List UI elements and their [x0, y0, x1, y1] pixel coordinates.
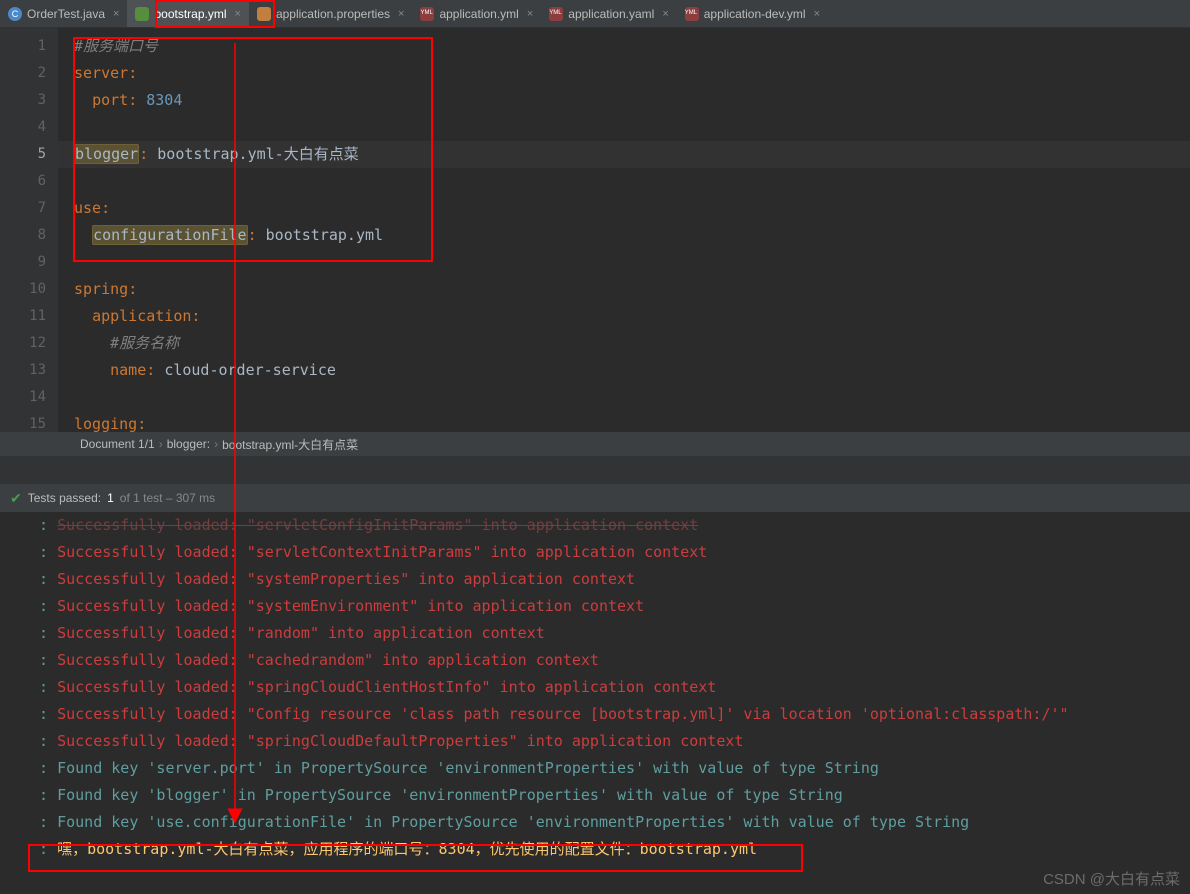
close-icon[interactable]: × [235, 8, 241, 20]
line-num: 11 [0, 303, 46, 330]
comment: #服务名称 [110, 334, 179, 352]
yaml-key: application [92, 307, 191, 325]
properties-icon [257, 7, 271, 21]
tab-label: OrderTest.java [27, 7, 105, 21]
comment: #服务端口号 [74, 37, 158, 55]
console-output[interactable]: : Successfully loaded: "servletConfigIni… [0, 512, 1190, 892]
yml-icon [685, 7, 699, 21]
console-line: : Found key 'use.configurationFile' in P… [30, 809, 1180, 836]
tab-ordertest[interactable]: C OrderTest.java × [0, 0, 127, 27]
editor-tabs: C OrderTest.java × bootstrap.yml × appli… [0, 0, 1190, 28]
line-num: 4 [0, 114, 46, 141]
console-line: : Successfully loaded: "Config resource … [30, 701, 1180, 728]
tab-bootstrap[interactable]: bootstrap.yml × [127, 0, 248, 27]
console-line: : Found key 'server.port' in PropertySou… [30, 755, 1180, 782]
console-line: : Successfully loaded: "random" into app… [30, 620, 1180, 647]
breadcrumb-part[interactable]: Document 1/1 [80, 437, 155, 451]
line-num: 7 [0, 195, 46, 222]
line-num: 13 [0, 357, 46, 384]
yaml-key: use [74, 199, 101, 217]
watermark: CSDN @大白有点菜 [1043, 868, 1180, 889]
breadcrumb-part[interactable]: blogger: [167, 437, 210, 451]
checkmark-icon: ✔ [10, 490, 22, 507]
yml-icon [549, 7, 563, 21]
console-line: : 嘿，bootstrap.yml-大白有点菜，应用程序的端口号：8304，优先… [30, 836, 1180, 863]
yml-icon [135, 7, 149, 21]
tab-label: application.yaml [568, 7, 654, 21]
yaml-value: bootstrap.yml-大白有点菜 [157, 145, 358, 163]
line-num: 8 [0, 222, 46, 249]
line-num: 6 [0, 168, 46, 195]
yaml-key: server [74, 64, 128, 82]
yaml-key: name [110, 361, 146, 379]
line-num: 15 [0, 411, 46, 438]
line-num: 2 [0, 60, 46, 87]
tab-appyml[interactable]: application.yml × [412, 0, 541, 27]
panel-divider[interactable] [0, 456, 1190, 484]
tab-appyaml[interactable]: application.yaml × [541, 0, 676, 27]
yaml-key: logging [74, 415, 137, 433]
line-num: 1 [0, 33, 46, 60]
class-icon: C [8, 7, 22, 21]
console-line: : Successfully loaded: "servletContextIn… [30, 539, 1180, 566]
line-num: 9 [0, 249, 46, 276]
line-num: 5 [0, 141, 46, 168]
yaml-key: spring [74, 280, 128, 298]
line-num: 12 [0, 330, 46, 357]
line-num: 3 [0, 87, 46, 114]
console-line: : Successfully loaded: "systemEnvironmen… [30, 593, 1180, 620]
line-gutter: 1 2 3 4 5 6 7 8 9 10 11 12 13 14 15 [0, 28, 58, 432]
console-line: : Successfully loaded: "cachedrandom" in… [30, 647, 1180, 674]
tab-appdev[interactable]: application-dev.yml × [677, 0, 828, 27]
yaml-key: blogger [74, 144, 139, 164]
console-line: : Successfully loaded: "springCloudClien… [30, 674, 1180, 701]
line-num: 10 [0, 276, 46, 303]
yaml-value: bootstrap.yml [266, 226, 383, 244]
close-icon[interactable]: × [662, 8, 668, 20]
yaml-value: 8304 [146, 91, 182, 109]
tests-count: 1 [107, 491, 114, 505]
yaml-value: cloud-order-service [164, 361, 336, 379]
yaml-key: configurationFile [92, 225, 248, 245]
yml-icon [420, 7, 434, 21]
console-line: : Successfully loaded: "systemProperties… [30, 566, 1180, 593]
tests-detail: of 1 test – 307 ms [120, 491, 215, 505]
code-editor[interactable]: 1 2 3 4 5 6 7 8 9 10 11 12 13 14 15 #服务端… [0, 28, 1190, 432]
tab-label: application.yml [439, 7, 518, 21]
console-line: : Found key 'blogger' in PropertySource … [30, 782, 1180, 809]
close-icon[interactable]: × [814, 8, 820, 20]
breadcrumb-part[interactable]: bootstrap.yml-大白有点菜 [222, 436, 358, 453]
tab-label: application.properties [276, 7, 390, 21]
line-num: 14 [0, 384, 46, 411]
console-line: : Successfully loaded: "springCloudDefau… [30, 728, 1180, 755]
console-line: : Successfully loaded: "servletConfigIni… [30, 512, 1180, 539]
yaml-key: port [92, 91, 128, 109]
close-icon[interactable]: × [398, 8, 404, 20]
tab-label: bootstrap.yml [154, 7, 226, 21]
test-status-bar: ✔ Tests passed: 1 of 1 test – 307 ms [0, 484, 1190, 512]
close-icon[interactable]: × [527, 8, 533, 20]
tab-appprops[interactable]: application.properties × [249, 0, 413, 27]
tests-label: Tests passed: [28, 491, 101, 505]
tab-label: application-dev.yml [704, 7, 806, 21]
code-area[interactable]: #服务端口号 server: port: 8304 blogger: boots… [58, 28, 1190, 432]
close-icon[interactable]: × [113, 8, 119, 20]
